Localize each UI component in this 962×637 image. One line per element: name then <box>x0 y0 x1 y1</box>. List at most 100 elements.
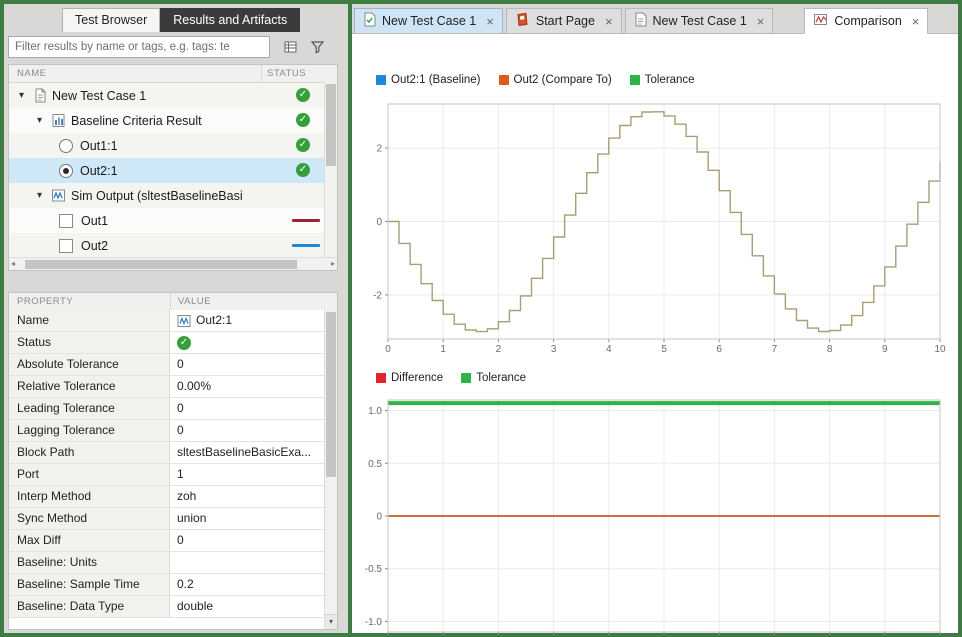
property-name: Sync Method <box>9 508 170 529</box>
svg-text:10: 10 <box>934 344 946 355</box>
svg-text:9: 9 <box>882 344 888 355</box>
tree-vertical-scrollbar[interactable] <box>324 82 337 257</box>
property-row[interactable]: Relative Tolerance 0.00% <box>9 376 324 398</box>
tab-test-browser[interactable]: Test Browser <box>62 8 161 32</box>
property-value: 0.2 <box>170 574 324 595</box>
filter-results-input[interactable] <box>8 36 270 58</box>
tab-new-test-case-1[interactable]: New Test Case 1 × <box>624 8 774 33</box>
close-tab-icon[interactable]: × <box>605 14 613 29</box>
tab-results-and-artifacts[interactable]: Results and Artifacts <box>160 8 301 32</box>
filter-row <box>8 36 344 60</box>
svg-text:1.0: 1.0 <box>368 406 382 417</box>
checkbox-out2[interactable] <box>59 238 73 253</box>
property-column-header: PROPERTY <box>17 296 74 307</box>
property-table-header: PROPERTY VALUE <box>9 293 337 311</box>
property-value: 0 <box>170 354 324 375</box>
legend-item: Tolerance <box>461 372 526 384</box>
comparison-icon <box>813 13 828 29</box>
tree-row-label: Out2 <box>81 238 109 253</box>
signal-result-icon <box>177 314 191 328</box>
property-row[interactable]: Baseline: Data Type double <box>9 596 324 618</box>
property-row[interactable]: Max Diff 0 <box>9 530 324 552</box>
tab-start-page[interactable]: Start Page × <box>505 8 622 33</box>
property-row[interactable]: Leading Tolerance 0 <box>9 398 324 420</box>
svg-text:8: 8 <box>827 344 833 355</box>
expander-icon[interactable]: ▾ <box>37 115 47 126</box>
results-tree: NAME STATUS ▾ New Test Case 1 ✓ ▾ Baseli… <box>8 64 338 271</box>
filter-icon[interactable] <box>305 38 329 58</box>
property-row[interactable]: Lagging Tolerance 0 <box>9 420 324 442</box>
property-name: Relative Tolerance <box>9 376 170 397</box>
property-row[interactable]: Interp Method zoh <box>9 486 324 508</box>
property-row[interactable]: Sync Method union <box>9 508 324 530</box>
scroll-down-icon[interactable]: ▾ <box>325 614 337 629</box>
svg-text:4: 4 <box>606 344 612 355</box>
property-name: Baseline: Units <box>9 552 170 573</box>
property-name: Absolute Tolerance <box>9 354 170 375</box>
property-row[interactable]: Baseline: Sample Time 0.2 <box>9 574 324 596</box>
checkbox-out1[interactable] <box>59 213 73 228</box>
tab-comparison[interactable]: Comparison × <box>804 8 929 34</box>
svg-text:-1.0: -1.0 <box>365 617 383 628</box>
property-value: 0 <box>170 530 324 551</box>
sim-output-icon <box>51 188 66 203</box>
horizontal-scrollbar-thumb[interactable] <box>25 260 297 269</box>
legend-swatch <box>461 373 472 383</box>
property-name: Block Path <box>9 442 170 463</box>
tab-label: New Test Case 1 <box>382 14 477 28</box>
property-name: Interp Method <box>9 486 170 507</box>
property-name: Lagging Tolerance <box>9 420 170 441</box>
property-name: Max Diff <box>9 530 170 551</box>
svg-text:3: 3 <box>551 344 557 355</box>
tree-row-out1-signal[interactable]: Out1 <box>9 208 337 233</box>
view-options-icon[interactable] <box>278 38 302 58</box>
property-value: Out2:1 <box>170 310 324 331</box>
svg-text:2: 2 <box>496 344 502 355</box>
baseline-criteria-icon <box>51 113 66 128</box>
tree-row-sim-output[interactable]: ▾ Sim Output (sltestBaselineBasi <box>9 183 337 208</box>
scroll-left-icon[interactable]: ◂ <box>11 258 15 270</box>
tree-row-label: Out2:1 <box>80 163 118 178</box>
comparison-document: Out2:1 (Baseline) Out2 (Compare To) Tolera… <box>352 34 958 635</box>
property-row[interactable]: Baseline: Units <box>9 552 324 574</box>
svg-text:-2: -2 <box>373 290 382 301</box>
tab-new-test-case-1-report[interactable]: New Test Case 1 × <box>354 8 503 33</box>
tree-row-label: New Test Case 1 <box>52 88 147 103</box>
tab-label: New Test Case 1 <box>652 14 747 28</box>
tree-row-out2-signal[interactable]: Out2 <box>9 233 337 258</box>
properties-vertical-scrollbar[interactable]: ▾ <box>324 310 337 629</box>
property-row[interactable]: Block Path sltestBaselineBasicExa... <box>9 442 324 464</box>
pass-status-icon: ✓ <box>296 88 310 102</box>
tree-row-out2-1[interactable]: Out2:1 ✓ <box>9 158 337 183</box>
property-name: Status <box>9 332 170 353</box>
property-value: 0 <box>170 420 324 441</box>
tree-row-out1-1[interactable]: Out1:1 ✓ <box>9 133 337 158</box>
tree-row-baseline-criteria[interactable]: ▾ Baseline Criteria Result ✓ <box>9 108 337 133</box>
expander-icon[interactable]: ▾ <box>19 90 29 101</box>
property-row[interactable]: Port 1 <box>9 464 324 486</box>
pass-status-icon: ✓ <box>296 138 310 152</box>
tab-label: Comparison <box>834 14 902 28</box>
radio-out2-1[interactable] <box>59 163 73 178</box>
test-report-icon <box>363 12 376 30</box>
property-table: PROPERTY VALUE Name Out2:1 Status ✓ Absolute… <box>8 292 338 630</box>
tree-row-new-test-case[interactable]: ▾ New Test Case 1 ✓ <box>9 83 337 108</box>
scroll-right-icon[interactable]: ▸ <box>331 258 335 270</box>
close-tab-icon[interactable]: × <box>912 14 920 29</box>
property-row[interactable]: Status ✓ <box>9 332 324 354</box>
radio-out1-1[interactable] <box>59 138 73 153</box>
property-name: Baseline: Sample Time <box>9 574 170 595</box>
legend-item: Difference <box>376 372 443 384</box>
legend-swatch <box>498 75 509 85</box>
vertical-scrollbar-thumb[interactable] <box>326 312 336 477</box>
tree-horizontal-scrollbar[interactable]: ◂ ▸ <box>9 257 337 270</box>
results-panel: Test Browser Results and Artifacts NAME … <box>4 4 348 633</box>
signal-swatch-out2 <box>292 244 320 247</box>
expander-icon[interactable]: ▾ <box>37 190 47 201</box>
property-row[interactable]: Name Out2:1 <box>9 310 324 332</box>
close-tab-icon[interactable]: × <box>757 14 765 29</box>
property-row[interactable]: Absolute Tolerance 0 <box>9 354 324 376</box>
document-icon <box>634 12 647 30</box>
close-tab-icon[interactable]: × <box>486 14 494 29</box>
vertical-scrollbar-thumb[interactable] <box>326 84 336 166</box>
